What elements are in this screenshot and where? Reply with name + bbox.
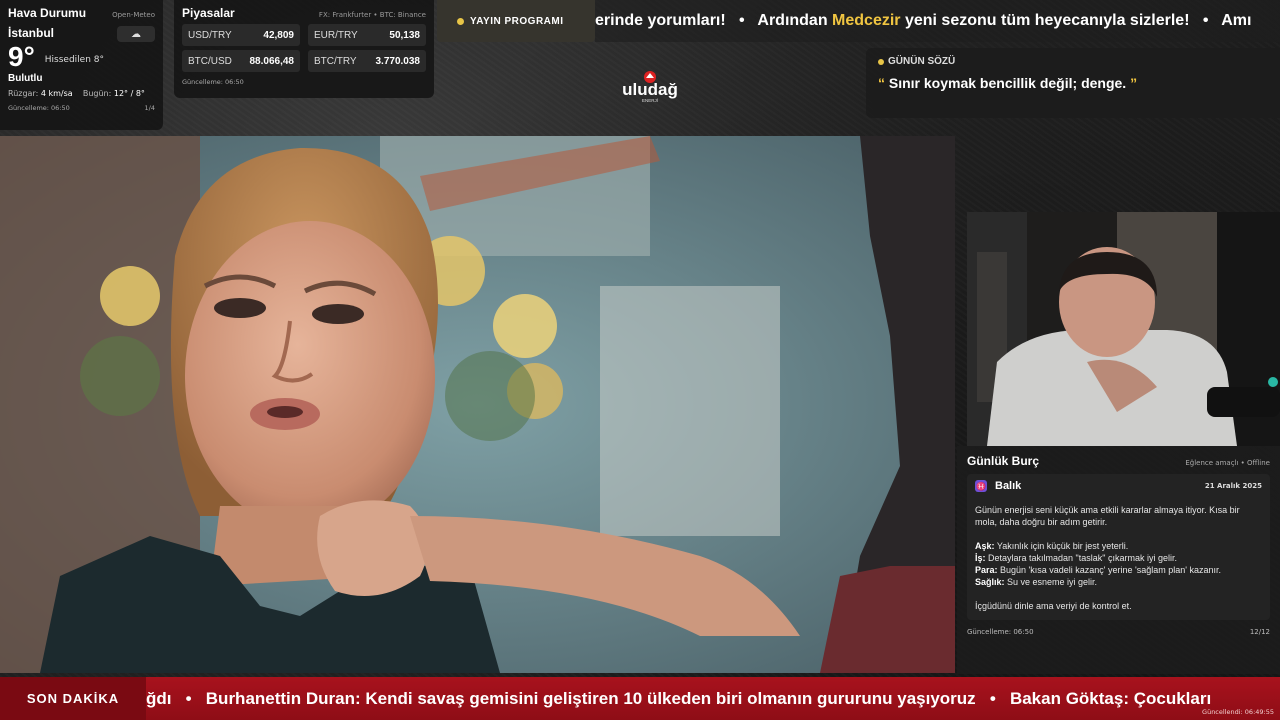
horoscope-mode: Eğlence amaçlı • Offline <box>1185 459 1270 467</box>
quote-of-day-panel: GÜNÜN SÖZÜ “ Sınır koymak bencillik deği… <box>866 48 1280 118</box>
today-value: 12° / 8° <box>113 89 145 98</box>
horoscope-page: 12/12 <box>1249 628 1270 636</box>
quote-close-mark: ” <box>1130 75 1138 91</box>
market-value: 50,138 <box>389 29 420 41</box>
markets-source: FX: Frankfurter • BTC: Binance <box>318 11 426 19</box>
market-label: BTC/USD <box>188 55 232 67</box>
horoscope-line-love: Aşk: Yakınlık için küçük bir jest yeterl… <box>975 540 1262 552</box>
weather-page: 1/4 <box>144 104 155 112</box>
daily-horoscope-panel: Günlük Burç Eğlence amaçlı • Offline ♓ B… <box>957 446 1280 674</box>
market-label: EUR/TRY <box>314 29 358 41</box>
program-schedule-badge: YAYIN PROGRAMI <box>437 0 595 42</box>
cloud-icon: ☁ <box>117 26 155 42</box>
horoscope-sign: Balık <box>995 480 1022 492</box>
webcam-illustration <box>967 212 1280 446</box>
status-dot-icon <box>457 17 464 25</box>
logo-text: uludağ <box>622 80 678 99</box>
line-label: İş: <box>975 553 986 563</box>
market-label: BTC/TRY <box>314 55 357 67</box>
weather-updated: Güncelleme: 06:50 <box>8 104 70 112</box>
horoscope-line-work: İş: Detaylara takılmadan "taslak" çıkarm… <box>975 552 1262 564</box>
quote-open-mark: “ <box>878 75 885 91</box>
line-label: Para: <box>975 565 998 575</box>
horoscope-updated: Güncelleme: 06:50 <box>967 628 1034 636</box>
quote-title: GÜNÜN SÖZÜ <box>888 56 956 67</box>
channel-logo: uludağ ENERJİ <box>622 71 678 103</box>
horoscope-line-health: Sağlık: Su ve esneme iyi gelir. <box>975 576 1262 588</box>
market-label: USD/TRY <box>188 29 232 41</box>
market-usd-try: USD/TRY 42,809 <box>182 24 300 46</box>
weather-temperature: 9° <box>8 41 35 72</box>
horoscope-title: Günlük Burç <box>967 454 1040 468</box>
horoscope-card: ♓ Balık 21 Aralık 2025 Günün enerjisi se… <box>967 474 1270 620</box>
wind-value: 4 km/sa <box>40 89 73 98</box>
wind-label: Rüzgar: <box>8 89 39 98</box>
market-btc-usd: BTC/USD 88.066,48 <box>182 50 300 72</box>
horoscope-line-money: Para: Bugün 'kısa vadeli kazanç' yerine … <box>975 564 1262 576</box>
market-eur-try: EUR/TRY 50,138 <box>308 24 426 46</box>
horoscope-summary: Günün enerjisi seni küçük ama etkili kar… <box>975 505 1240 527</box>
line-label: Aşk: <box>975 541 995 551</box>
line-text: Detaylara takılmadan "taslak" çıkarmak i… <box>985 553 1177 563</box>
breaking-news-text: ğdı • Burhanettin Duran: Kendi savaş gem… <box>146 689 1212 708</box>
weather-title: Hava Durumu <box>8 6 87 20</box>
markets-updated: Güncelleme: 06:50 <box>182 78 244 86</box>
ticker-segment: erinde yorumları! • Ardından <box>595 12 833 29</box>
pisces-icon: ♓ <box>975 480 987 492</box>
breaking-news-bar: SON DAKİKA ğdı • Burhanettin Duran: Kend… <box>0 677 1280 720</box>
ticker-segment: yeni sezonu tüm heyecanıyla sizlerle! • … <box>900 12 1252 29</box>
webcam-feed[interactable] <box>967 212 1280 446</box>
market-btc-try: BTC/TRY 3.770.038 <box>308 50 426 72</box>
markets-title: Piyasalar <box>182 6 235 20</box>
breaking-news-label: SON DAKİKA <box>0 677 146 720</box>
logo-subtext: ENERJİ <box>642 97 658 103</box>
weather-details: Rüzgar: 4 km/sa Bugün: 12° / 8° <box>8 89 155 98</box>
weather-feels-like: Hissedilen 8° <box>44 55 105 65</box>
market-value: 3.770.038 <box>375 55 421 67</box>
line-text: Yakınlık için küçük bir jest yeterli. <box>994 541 1129 551</box>
quote-text: Sınır koymak bencillik değil; denge. <box>888 75 1127 91</box>
breaking-news-updated: Güncellendi: 06:49:55 <box>1202 708 1274 716</box>
market-value: 88.066,48 <box>249 55 295 67</box>
horoscope-closing: İçgüdünü dinle ama veriyi de kontrol et. <box>975 601 1132 611</box>
program-label: YAYIN PROGRAMI <box>470 15 564 27</box>
market-value: 42,809 <box>263 29 294 41</box>
line-text: Bugün 'kısa vadeli kazanç' yerine 'sağla… <box>997 565 1222 575</box>
line-label: Sağlık: <box>975 577 1005 587</box>
weather-widget: Hava Durumu Open-Meteo İstanbul ☁ 9° His… <box>0 0 163 130</box>
ticker-segment-highlight: Medcezir <box>832 12 901 29</box>
line-text: Su ve esneme iyi gelir. <box>1004 577 1098 587</box>
top-ticker: erinde yorumları! • Ardından Medcezir ye… <box>595 0 1280 42</box>
status-dot-icon <box>878 58 884 65</box>
main-video[interactable] <box>0 136 955 673</box>
today-label: Bugün: <box>82 89 112 98</box>
weather-source: Open-Meteo <box>112 11 155 19</box>
weather-condition: Bulutlu <box>8 73 43 84</box>
markets-widget: Piyasalar FX: Frankfurter • BTC: Binance… <box>174 0 434 98</box>
horoscope-date: 21 Aralık 2025 <box>1204 482 1262 490</box>
top-ticker-text: erinde yorumları! • Ardından Medcezir ye… <box>595 12 1251 30</box>
video-frame-illustration <box>0 136 955 673</box>
